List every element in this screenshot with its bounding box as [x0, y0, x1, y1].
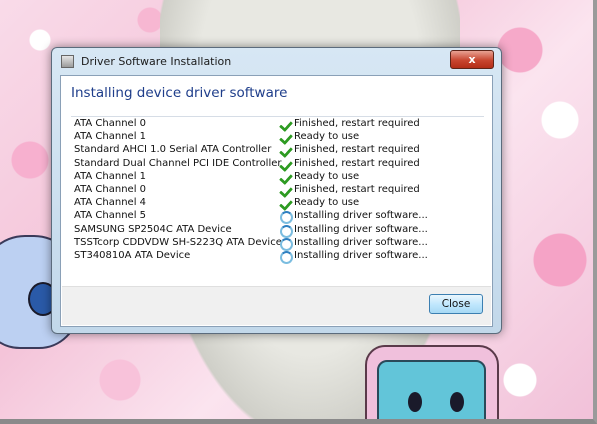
spinner-icon: [280, 237, 293, 251]
device-status: Installing driver software...: [294, 210, 428, 222]
device-row: ATA Channel 1 Ready to use: [74, 171, 484, 184]
device-name: SAMSUNG SP2504C ATA Device: [74, 223, 232, 235]
device-name: ATA Channel 4: [74, 197, 147, 209]
check-icon: [279, 131, 293, 144]
device-status: Finished, restart required: [294, 157, 420, 169]
device-row: ST340810A ATA Device Installing driver s…: [74, 249, 484, 264]
device-status: Installing driver software...: [294, 223, 428, 235]
device-row: SAMSUNG SP2504C ATA Device Installing dr…: [74, 223, 484, 238]
window-title: Driver Software Installation: [81, 55, 232, 68]
spinner-icon: [280, 250, 293, 264]
device-name: ATA Channel 5: [74, 210, 147, 222]
device-row: Standard AHCI 1.0 Serial ATA Controller …: [74, 144, 484, 157]
device-status: Finished, restart required: [294, 144, 420, 156]
check-icon: [279, 171, 293, 184]
device-row: ATA Channel 0 Finished, restart required: [74, 184, 484, 197]
close-button[interactable]: Close: [429, 294, 483, 314]
check-icon: [279, 184, 293, 197]
spinner-icon: [280, 211, 293, 225]
device-status: Ready to use: [294, 197, 360, 209]
device-status: Installing driver software...: [294, 249, 428, 261]
device-name: ATA Channel 0: [74, 118, 147, 129]
device-row: ATA Channel 4 Ready to use: [74, 197, 484, 210]
check-icon: [279, 158, 293, 171]
device-row: Standard Dual Channel PCI IDE Controller…: [74, 158, 484, 171]
divider: [71, 116, 484, 117]
device-row: ATA Channel 1 Ready to use: [74, 131, 484, 144]
device-name: ATA Channel 0: [74, 183, 147, 195]
dialog-footer: Close: [62, 286, 491, 325]
title-bar[interactable]: Driver Software Installation x: [52, 48, 501, 74]
device-row: ATA Channel 5 Installing driver software…: [74, 210, 484, 225]
device-status: Ready to use: [294, 170, 360, 182]
device-name: ST340810A ATA Device: [74, 249, 191, 261]
device-name: ATA Channel 1: [74, 170, 147, 182]
device-status: Installing driver software...: [294, 236, 428, 248]
device-name: ATA Channel 1: [74, 131, 147, 143]
device-status: Ready to use: [294, 131, 360, 143]
device-name: TSSTcorp CDDVDW SH-S223Q ATA Device: [74, 236, 282, 248]
page-heading: Installing device driver software: [71, 85, 288, 101]
check-icon: [279, 197, 293, 210]
check-icon: [279, 144, 293, 157]
device-status: Finished, restart required: [294, 118, 420, 129]
driver-installation-dialog: Driver Software Installation x Installin…: [51, 47, 502, 334]
device-row: TSSTcorp CDDVDW SH-S223Q ATA Device Inst…: [74, 236, 484, 251]
window-app-icon: [61, 55, 74, 68]
device-name: Standard AHCI 1.0 Serial ATA Controller: [74, 144, 272, 156]
check-icon: [279, 118, 293, 131]
device-list: ATA Channel 0 Finished, restart required…: [74, 118, 484, 264]
device-status: Finished, restart required: [294, 183, 420, 195]
device-row: ATA Channel 0 Finished, restart required: [74, 118, 484, 131]
device-name: Standard Dual Channel PCI IDE Controller: [74, 157, 282, 169]
dialog-content: Installing device driver software ATA Ch…: [60, 75, 493, 327]
spinner-icon: [280, 224, 293, 238]
window-close-button[interactable]: x: [450, 50, 494, 69]
